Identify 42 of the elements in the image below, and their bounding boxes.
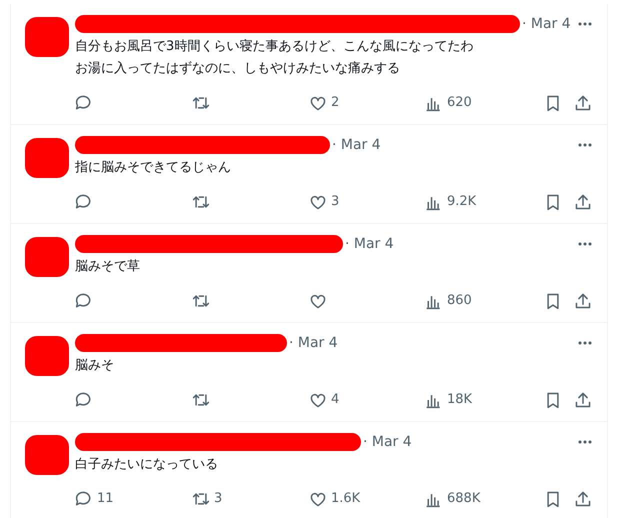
post-text: 自分もお風呂で3時間くらい寝た事あるけど、こんな風になってたわ (75, 38, 474, 56)
share-icon (574, 193, 592, 211)
avatar-redaction (25, 138, 69, 178)
post-text: 指に脳みそできてるじゃん (75, 159, 232, 177)
views-button[interactable]: 620 (425, 93, 544, 113)
like-button[interactable]: 1.6K (309, 489, 425, 509)
post-date: · Mar 4 (345, 234, 394, 254)
reply-icon (75, 292, 93, 310)
views-button[interactable]: 9.2K (425, 192, 544, 212)
share-icon (574, 490, 592, 508)
post-date: · Mar 4 (332, 136, 381, 154)
reply-icon (75, 391, 93, 409)
heart-icon (309, 292, 327, 310)
views-button[interactable]: 860 (425, 291, 544, 311)
post-text: 脳みそ (75, 357, 115, 375)
reply-button[interactable]: 11 (75, 489, 192, 509)
avatar-redaction (25, 336, 69, 376)
views-button[interactable]: 688K (425, 489, 544, 509)
avatar-redaction (25, 17, 69, 57)
share-icon (574, 391, 592, 409)
like-button[interactable]: 4 (309, 390, 425, 410)
share-icon (574, 292, 592, 310)
share-icon (574, 94, 592, 112)
reply-icon (75, 94, 93, 112)
post-date: · Mar 4 (289, 334, 338, 352)
heart-icon (309, 193, 327, 211)
reply-icon (75, 490, 93, 508)
reply-icon (75, 193, 93, 211)
views-button[interactable]: 18K (425, 390, 544, 410)
avatar-redaction (25, 435, 69, 475)
like-button[interactable]: 3 (309, 192, 425, 212)
post-text: お湯に入ってたはずなのに、しもやけみたいな痛みする (75, 60, 401, 78)
post-date: · Mar 4 (363, 432, 412, 452)
post-text: 脳みそで草 (75, 258, 141, 276)
post-date: · Mar 4 (522, 14, 571, 34)
repost-button[interactable]: 3 (192, 489, 309, 509)
heart-icon (309, 490, 327, 508)
heart-icon (309, 391, 327, 409)
like-button[interactable]: 2 (309, 93, 425, 113)
heart-icon (309, 94, 327, 112)
post-text: 白子みたいになっている (75, 456, 219, 474)
avatar-redaction (25, 237, 69, 277)
